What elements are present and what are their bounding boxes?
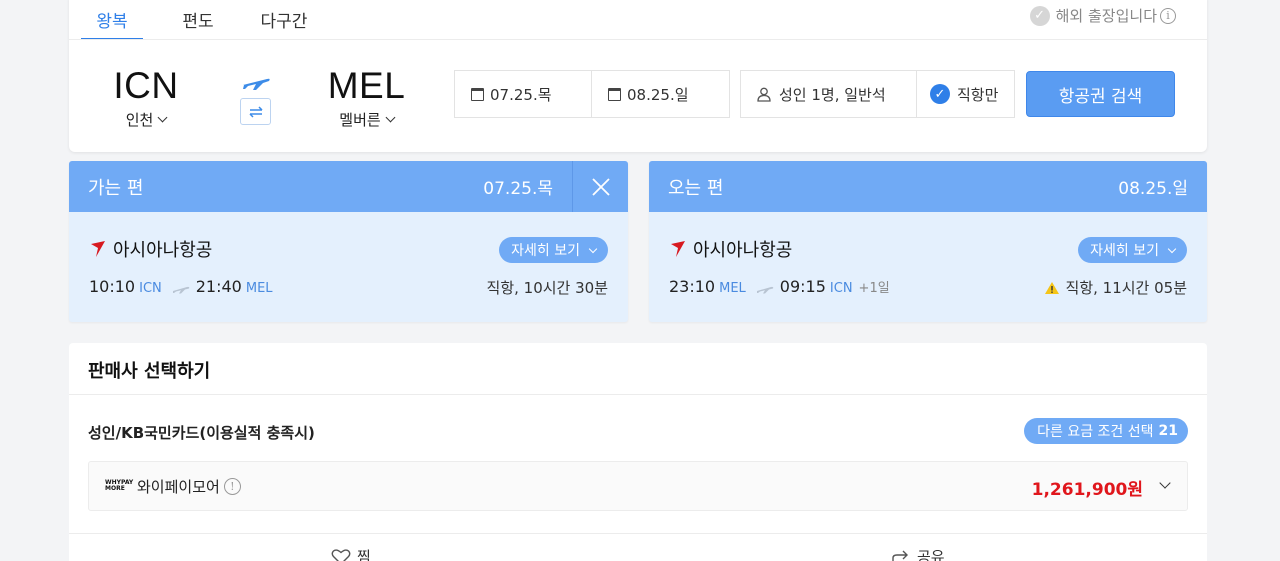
swap-airports-button[interactable] [240, 98, 271, 125]
tab-divider [69, 39, 1207, 40]
plane-icon [172, 286, 189, 294]
direct-only-label: 직항만 [957, 85, 999, 104]
seller-section: 판매사 선택하기 성인/KB국민카드(이용실적 충족시) 다른 요금 조건 선택… [69, 343, 1207, 561]
outbound-depart-airport: ICN [139, 281, 162, 296]
overseas-trip-label: 해외 출장입니다 [1055, 7, 1157, 25]
seller-title: 판매사 선택하기 [88, 361, 211, 382]
chevron-down-icon [1167, 244, 1177, 253]
direct-only-toggle[interactable]: ✓ 직항만 [916, 70, 1015, 118]
heart-icon [331, 548, 351, 561]
close-button[interactable] [572, 161, 628, 212]
return-date-field[interactable]: 08.25.일 [591, 70, 730, 118]
inbound-arrive-time: 09:15 [779, 277, 826, 296]
outbound-airline-name: 아시아나항공 [113, 240, 213, 261]
detail-label: 자세히 보기 [1090, 243, 1159, 259]
depart-date-value: 07.25.목 [490, 85, 552, 104]
search-flights-button[interactable]: 항공권 검색 [1026, 71, 1175, 117]
detail-label: 자세히 보기 [511, 243, 580, 259]
info-icon[interactable]: ! [223, 477, 241, 495]
asiana-logo-icon [671, 241, 685, 257]
plus-day-badge: +1일 [858, 281, 890, 296]
check-icon: ✓ [930, 84, 950, 104]
inbound-times: 23:10 MEL 09:15 ICN +1일 [669, 277, 890, 296]
vendor-row[interactable]: WHYPAY MORE 와이페이모어 ! 1,261,900원 [88, 461, 1188, 511]
outbound-date: 07.25.목 [483, 179, 553, 199]
inbound-depart-airport: MEL [719, 281, 746, 296]
destination-city-label: 멜버른 [339, 111, 381, 129]
save-label: 찜 [357, 548, 371, 561]
outbound-duration: 직항, 10시간 30분 [486, 279, 608, 297]
origin-code: ICN [113, 65, 179, 106]
destination-airport[interactable]: MEL 멜버른 [319, 65, 414, 130]
calendar-icon [471, 87, 484, 101]
origin-city-label: 인천 [125, 111, 154, 129]
tab-one-way[interactable]: 편도 [167, 0, 229, 40]
inbound-depart-time: 23:10 [669, 277, 716, 296]
other-fare-label: 다른 요금 조건 선택 [1037, 424, 1154, 440]
outbound-header: 가는 편 07.25.목 [69, 161, 628, 212]
outbound-times: 10:10 ICN 21:40 MEL [89, 277, 273, 296]
inbound-airline: 아시아나항공 [669, 236, 792, 262]
other-fare-button[interactable]: 다른 요금 조건 선택 21 [1024, 418, 1188, 444]
trip-type-tabs: 왕복 편도 다구간 [81, 0, 339, 40]
outbound-arrive-airport: MEL [245, 281, 273, 296]
check-icon: ✓ [1029, 5, 1050, 26]
outbound-flight-panel: 가는 편 07.25.목 아시아나항공 자세히 보기 10:10 ICN 21:… [69, 161, 628, 322]
outbound-header-label: 가는 편 [88, 177, 144, 199]
vendor-logo-line2: MORE [105, 485, 125, 492]
calendar-icon [608, 87, 621, 101]
chevron-down-icon[interactable] [1159, 477, 1171, 489]
save-favorite-button[interactable]: 찜 [331, 546, 371, 561]
asiana-logo-icon [91, 241, 105, 257]
warning-icon [1044, 281, 1059, 294]
overseas-trip-toggle[interactable]: ✓ 해외 출장입니다 i [1029, 5, 1176, 26]
vendor-logo: WHYPAY MORE [105, 480, 133, 492]
inbound-duration: 직항, 11시간 05분 [1065, 279, 1187, 297]
inbound-duration-row: 직항, 11시간 05분 [1044, 277, 1187, 298]
chevron-down-icon [588, 244, 598, 253]
chevron-down-icon [385, 112, 396, 123]
return-date-value: 08.25.일 [627, 85, 689, 104]
info-icon[interactable]: i [1160, 7, 1176, 24]
swap-icon [248, 105, 263, 118]
inbound-date: 08.25.일 [1118, 179, 1188, 199]
tab-round-trip[interactable]: 왕복 [81, 0, 143, 40]
search-card: 왕복 편도 다구간 ✓ 해외 출장입니다 i ICN 인천 MEL 멜버른 07… [69, 0, 1207, 152]
share-label: 공유 [917, 548, 945, 561]
close-icon [591, 177, 610, 196]
other-fare-count: 21 [1158, 423, 1178, 439]
outbound-detail-button[interactable]: 자세히 보기 [499, 237, 608, 263]
origin-airport[interactable]: ICN 인천 [105, 65, 187, 130]
passenger-field[interactable]: 성인 1명, 일반석 [740, 70, 917, 118]
plane-icon [243, 78, 270, 90]
outbound-airline: 아시아나항공 [89, 236, 212, 262]
vendor-name: 와이페이모어 [137, 477, 220, 496]
inbound-header: 오는 편 08.25.일 [649, 161, 1207, 212]
inbound-detail-button[interactable]: 자세히 보기 [1078, 237, 1187, 263]
fare-condition-label: 성인/KB국민카드(이용실적 충족시) [88, 424, 315, 442]
inbound-flight-panel: 오는 편 08.25.일 아시아나항공 자세히 보기 23:10 MEL 09:… [649, 161, 1207, 322]
tab-multi-city[interactable]: 다구간 [253, 0, 315, 40]
outbound-depart-time: 10:10 [89, 277, 136, 296]
divider [69, 394, 1207, 395]
plane-icon [756, 286, 774, 294]
destination-code: MEL [327, 65, 406, 106]
inbound-arrive-airport: ICN [829, 281, 853, 296]
share-button[interactable]: 공유 [891, 546, 945, 561]
passenger-value: 성인 1명, 일반석 [779, 85, 886, 104]
divider [69, 533, 1207, 534]
person-icon [757, 87, 771, 102]
destination-city-select[interactable]: 멜버른 [319, 109, 414, 130]
vendor-price: 1,261,900원 [1031, 480, 1143, 500]
share-icon [892, 550, 908, 561]
origin-city-select[interactable]: 인천 [105, 109, 187, 130]
inbound-airline-name: 아시아나항공 [693, 240, 793, 261]
depart-date-field[interactable]: 07.25.목 [454, 70, 592, 118]
chevron-down-icon [157, 112, 168, 123]
inbound-header-label: 오는 편 [668, 177, 724, 199]
outbound-arrive-time: 21:40 [195, 277, 242, 296]
